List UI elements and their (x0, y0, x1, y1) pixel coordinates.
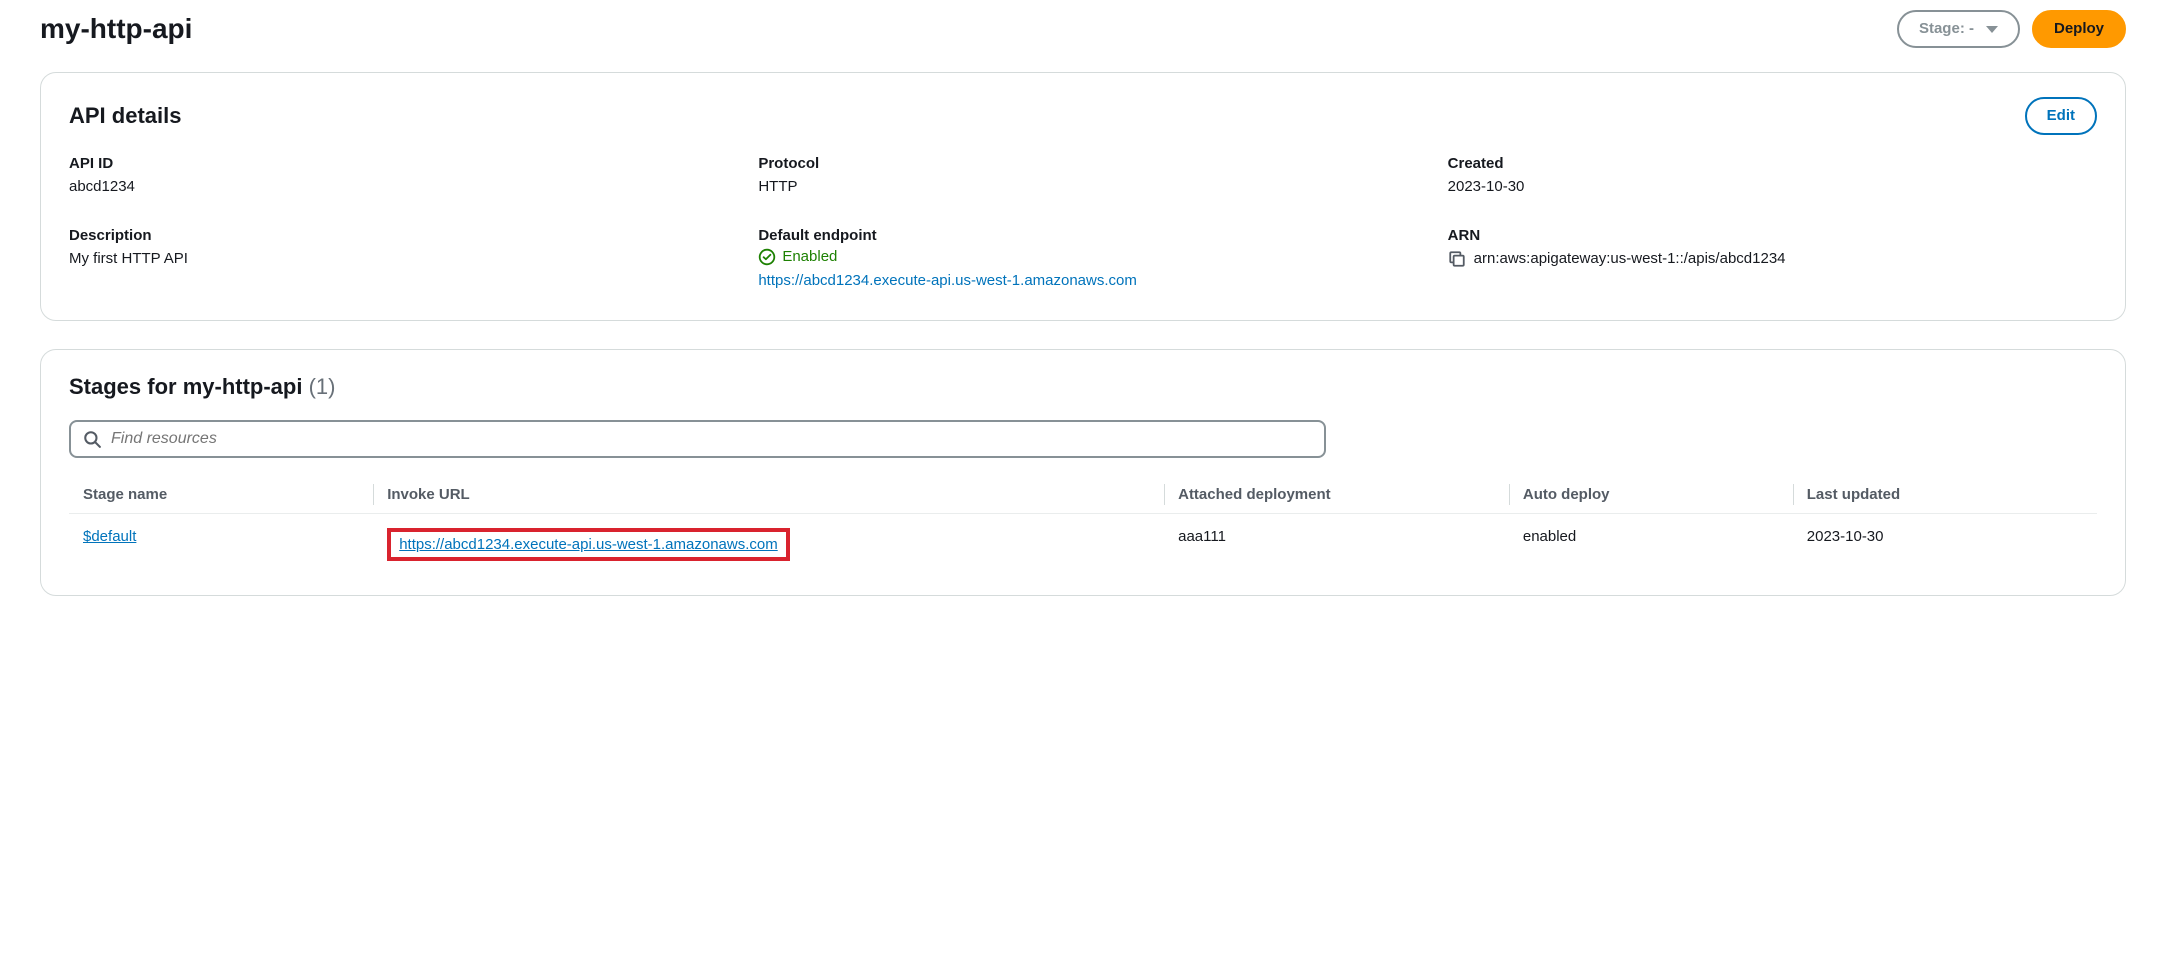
stage-selector-label: Stage: - (1919, 18, 1974, 40)
auto-deploy-cell: enabled (1509, 514, 1793, 568)
page-title: my-http-api (40, 13, 192, 45)
invoke-url-link[interactable]: https://abcd1234.execute-api.us-west-1.a… (399, 536, 778, 553)
default-endpoint-link[interactable]: https://abcd1234.execute-api.us-west-1.a… (758, 272, 1137, 289)
field-created: Created 2023-10-30 (1448, 155, 2097, 199)
field-value: HTTP (758, 176, 1407, 199)
copy-icon[interactable] (1448, 250, 1466, 268)
search-box[interactable] (69, 420, 1326, 458)
search-icon (83, 430, 101, 448)
header-actions: Stage: - Deploy (1897, 10, 2126, 48)
stages-panel: Stages for my-http-api (1) Stage name In… (40, 349, 2126, 596)
field-label: Default endpoint (758, 227, 1407, 244)
field-label: ARN (1448, 227, 2097, 244)
field-value: My first HTTP API (69, 248, 718, 271)
field-value: abcd1234 (69, 176, 718, 199)
col-auto-deploy: Auto deploy (1509, 476, 1793, 514)
check-circle-icon (758, 248, 776, 266)
endpoint-status-text: Enabled (782, 248, 837, 265)
caret-down-icon (1986, 26, 1998, 33)
field-label: Created (1448, 155, 2097, 172)
stages-table: Stage name Invoke URL Attached deploymen… (69, 476, 2097, 567)
stages-title-text: Stages for my-http-api (69, 374, 302, 399)
api-details-header: API details Edit (69, 97, 2097, 135)
table-header-row: Stage name Invoke URL Attached deploymen… (69, 476, 2097, 514)
edit-button[interactable]: Edit (2025, 97, 2097, 135)
deploy-button[interactable]: Deploy (2032, 10, 2126, 48)
col-last-updated: Last updated (1793, 476, 2097, 514)
invoke-url-highlight: https://abcd1234.execute-api.us-west-1.a… (387, 528, 790, 561)
field-label: API ID (69, 155, 718, 172)
col-invoke-url: Invoke URL (373, 476, 1164, 514)
field-value: 2023-10-30 (1448, 176, 2097, 199)
page-header: my-http-api Stage: - Deploy (40, 10, 2126, 48)
last-updated-cell: 2023-10-30 (1793, 514, 2097, 568)
field-label: Description (69, 227, 718, 244)
api-details-grid: API ID abcd1234 Protocol HTTP Created 20… (69, 155, 2097, 292)
table-row: $default https://abcd1234.execute-api.us… (69, 514, 2097, 568)
field-arn: ARN arn:aws:apigateway:us-west-1::/apis/… (1448, 227, 2097, 293)
field-default-endpoint: Default endpoint Enabled https://abcd123… (758, 227, 1407, 293)
col-stage-name: Stage name (69, 476, 373, 514)
api-details-panel: API details Edit API ID abcd1234 Protoco… (40, 72, 2126, 321)
stage-selector[interactable]: Stage: - (1897, 10, 2020, 48)
api-details-title: API details (69, 103, 181, 129)
stages-count: (1) (309, 374, 336, 399)
attached-deployment-cell: aaa111 (1164, 514, 1509, 568)
stages-title: Stages for my-http-api (1) (69, 374, 335, 400)
endpoint-status: Enabled (758, 248, 837, 266)
field-label: Protocol (758, 155, 1407, 172)
arn-value: arn:aws:apigateway:us-west-1::/apis/abcd… (1474, 248, 1786, 271)
field-description: Description My first HTTP API (69, 227, 718, 293)
stage-name-link[interactable]: $default (83, 528, 136, 545)
field-api-id: API ID abcd1234 (69, 155, 718, 199)
field-protocol: Protocol HTTP (758, 155, 1407, 199)
search-input[interactable] (111, 430, 1312, 448)
col-attached-deployment: Attached deployment (1164, 476, 1509, 514)
stages-header: Stages for my-http-api (1) (69, 374, 2097, 400)
